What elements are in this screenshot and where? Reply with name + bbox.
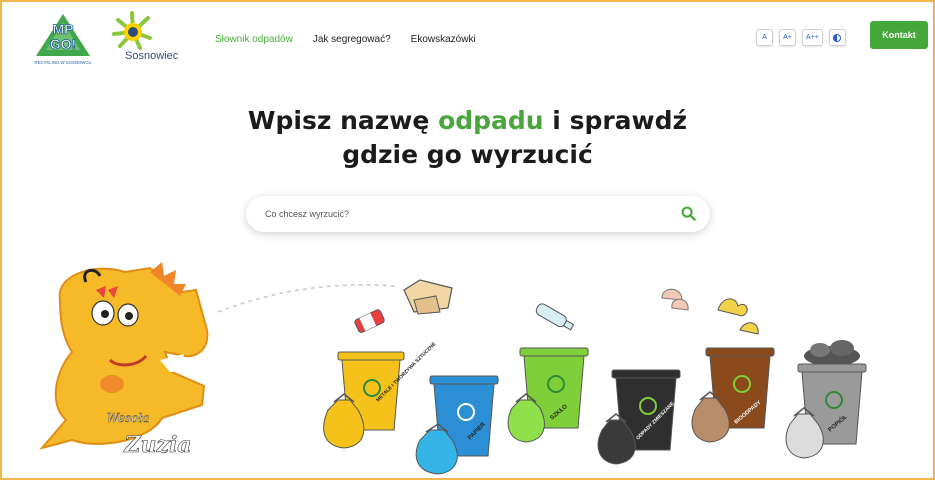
main-nav: Słownik odpadów Jak segregować? Ekowskaz… bbox=[215, 34, 476, 45]
font-size-largest-button[interactable]: A++ bbox=[802, 29, 823, 46]
cardboard-box-icon bbox=[403, 279, 453, 315]
hero-title: Wpisz nazwę odpadu i sprawdź gdzie go wy… bbox=[0, 104, 935, 172]
search-bar bbox=[246, 196, 710, 232]
accessibility-controls: A A+ A++ bbox=[756, 29, 846, 46]
mascot-name-line2: Zuzia bbox=[123, 432, 191, 458]
mpgo-logo-text: GO! bbox=[50, 36, 76, 52]
nav-how-to-sort[interactable]: Jak segregować? bbox=[313, 34, 391, 45]
site-header: MP GO! RECYKLING W SOSNOWCU Sosnowiec Sł… bbox=[0, 0, 935, 70]
illustration-scene: Wesoła Zuzia METALE I TWORZYWA SZTUCZNE bbox=[39, 262, 867, 475]
contrast-button[interactable] bbox=[828, 29, 846, 46]
nav-waste-dictionary[interactable]: Słownik odpadów bbox=[215, 34, 293, 45]
hero-title-part2: i sprawdź bbox=[543, 106, 688, 135]
mascot-zuzia: Wesoła Zuzia bbox=[39, 262, 209, 458]
city-name: Sosnowiec bbox=[125, 50, 179, 62]
contrast-icon bbox=[833, 33, 842, 42]
hero-title-part1: Wpisz nazwę bbox=[247, 106, 439, 135]
nav-eco-tips[interactable]: Ekowskazówki bbox=[411, 34, 476, 45]
font-size-normal-button[interactable]: A bbox=[756, 29, 773, 46]
mascot-name-line1: Wesoła bbox=[107, 411, 150, 425]
can-icon bbox=[354, 309, 385, 333]
mpgo-logo[interactable]: MP GO! RECYKLING W SOSNOWCU bbox=[28, 12, 98, 74]
banana-peel-icon bbox=[717, 298, 759, 335]
bottle-icon bbox=[535, 303, 575, 331]
ash-cloud-icon bbox=[804, 340, 860, 366]
hero-title-line2: gdzie go wyrzucić bbox=[342, 140, 593, 169]
eggshell-icon bbox=[661, 288, 689, 311]
contact-button[interactable]: Kontakt bbox=[870, 21, 928, 49]
mpgo-logo-tagline: RECYKLING W SOSNOWCU bbox=[34, 60, 91, 65]
search-icon[interactable] bbox=[681, 206, 696, 221]
hero-title-highlight: odpadu bbox=[438, 106, 544, 135]
font-size-larger-button[interactable]: A+ bbox=[779, 29, 796, 46]
search-input[interactable] bbox=[263, 208, 667, 220]
dashed-path bbox=[217, 284, 396, 313]
mpgo-logo-text: MP bbox=[53, 21, 74, 37]
